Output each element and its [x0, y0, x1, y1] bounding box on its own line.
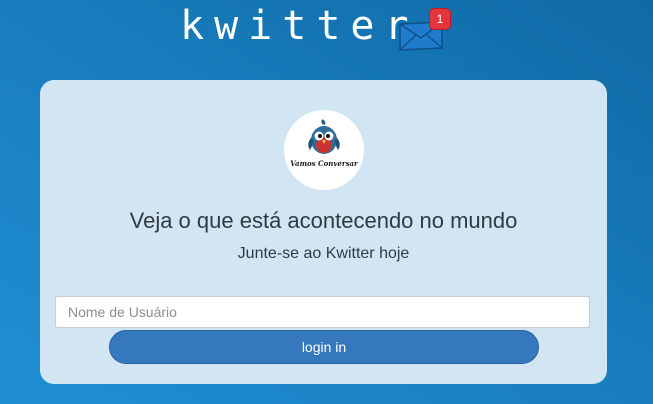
bird-icon: [308, 119, 340, 154]
login-button[interactable]: login in: [109, 330, 539, 364]
headline: Veja o que está acontecendo no mundo: [129, 208, 518, 233]
header: kwitter 1: [0, 0, 653, 60]
login-card: Vamos Conversar Veja o que está acontece…: [40, 80, 607, 384]
logo-caption: Vamos Conversar: [290, 159, 358, 168]
bird-mascot-logo: Vamos Conversar: [284, 110, 364, 190]
notification-badge: 1: [430, 9, 450, 29]
username-input[interactable]: [55, 296, 590, 328]
app-title: kwitter: [180, 3, 419, 49]
subheadline: Junte-se ao Kwitter hoje: [237, 245, 410, 262]
